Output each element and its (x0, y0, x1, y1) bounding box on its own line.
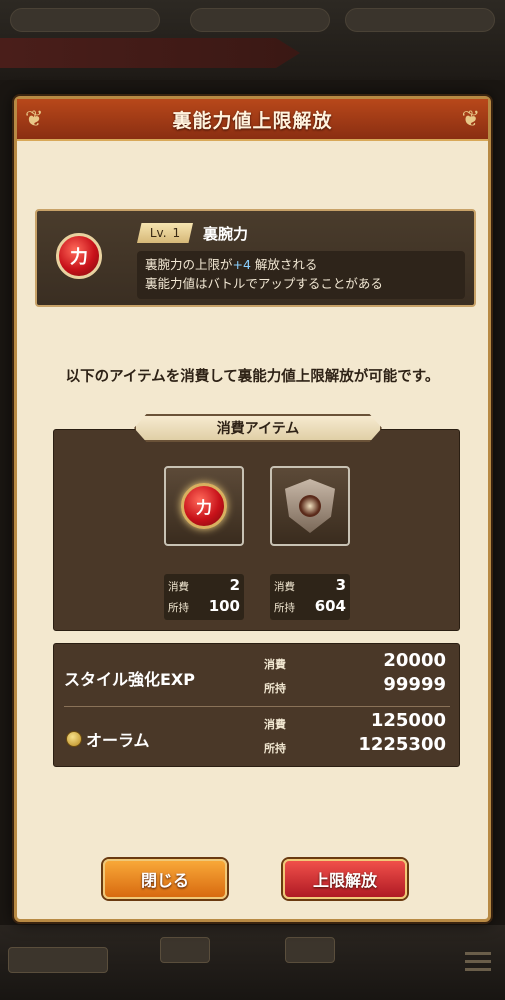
background-resource-pill (345, 8, 495, 32)
ability-card: 力 Lv. 1 裏腕力 裏腕力の上限が+4 解放される 裏能力値はバトルでアップ… (35, 209, 476, 307)
close-button[interactable]: 閉じる (103, 859, 227, 899)
owned-value: 604 (314, 597, 346, 615)
description-line-1: 裏腕力の上限が+4 解放される (145, 255, 457, 274)
level-value: 1 (172, 226, 181, 240)
resource-name-style-exp: スタイル強化EXP (64, 670, 195, 689)
owned-value: 99999 (383, 674, 446, 695)
item-count-box: 消費 2 所持 100 (164, 574, 244, 620)
instruction-text: 以下のアイテムを消費して裏能力値上限解放が可能です。 (65, 369, 440, 385)
owned-value: 100 (208, 597, 240, 615)
background-bottom-bar (0, 925, 505, 1000)
dialog-title: 裏能力値上限解放 (172, 109, 333, 132)
strength-orb-icon: 力 (181, 483, 227, 529)
strength-orb-icon: 力 (56, 233, 102, 279)
limit-release-button[interactable]: 上限解放 (283, 859, 407, 899)
desc-prefix: 裏腕力の上限が (145, 257, 233, 272)
limit-release-dialog: ❦ 裏能力値上限解放 ❦ 力 Lv. 1 裏腕力 裏腕力の上限が+4 解放される… (14, 96, 491, 922)
dialog-header: ❦ 裏能力値上限解放 ❦ (17, 99, 488, 141)
owned-label: 所持 (168, 602, 189, 614)
item-slot-shield-crest[interactable] (270, 466, 350, 546)
consume-items-panel: 消費アイテム 力 消費 2 所持 100 消費 3 所持 604 (53, 414, 460, 631)
background-button (8, 947, 108, 973)
item-count-box: 消費 3 所持 604 (270, 574, 350, 620)
owned-label: 所持 (264, 682, 286, 695)
owned-label: 所持 (264, 742, 286, 755)
consume-label: 消費 (168, 581, 189, 593)
consume-items-header: 消費アイテム (134, 414, 382, 442)
background-resource-pill (190, 8, 330, 32)
level-tag: Lv. 1 (137, 223, 193, 243)
menu-icon (465, 952, 491, 976)
consume-label: 消費 (264, 718, 286, 731)
owned-value: 1225300 (358, 734, 446, 755)
consume-value: 20000 (383, 650, 446, 671)
item-slot-strength-orb[interactable]: 力 (164, 466, 244, 546)
consume-label: 消費 (264, 658, 286, 671)
background-button (160, 937, 210, 963)
owned-label: 所持 (274, 602, 295, 614)
consume-value: 3 (335, 576, 346, 594)
plus-value: +4 (232, 257, 251, 272)
consume-value: 125000 (370, 710, 446, 731)
consume-value: 2 (229, 576, 240, 594)
ability-name: 裏腕力 (203, 225, 249, 243)
resource-name-aurum: オーラム (86, 731, 150, 750)
background-title-ribbon (0, 38, 300, 68)
ornament-icon: ❦ (461, 107, 480, 132)
background-resource-pill (10, 8, 160, 32)
background-button (285, 937, 335, 963)
background-top-bar (0, 0, 505, 80)
ornament-icon: ❦ (25, 107, 44, 132)
consume-label: 消費 (274, 581, 295, 593)
level-label: Lv. (149, 226, 167, 240)
desc-suffix: 解放される (250, 257, 318, 272)
description-line-2: 裏能力値はバトルでアップすることがある (145, 276, 383, 291)
divider (64, 706, 450, 707)
resources-panel: スタイル強化EXP 消費 20000 所持 99999 オーラム 消費 1250… (53, 643, 460, 767)
ability-description: 裏腕力の上限が+4 解放される 裏能力値はバトルでアップすることがある (137, 251, 465, 299)
shield-crest-icon (285, 479, 335, 533)
aurum-coin-icon (66, 731, 82, 747)
